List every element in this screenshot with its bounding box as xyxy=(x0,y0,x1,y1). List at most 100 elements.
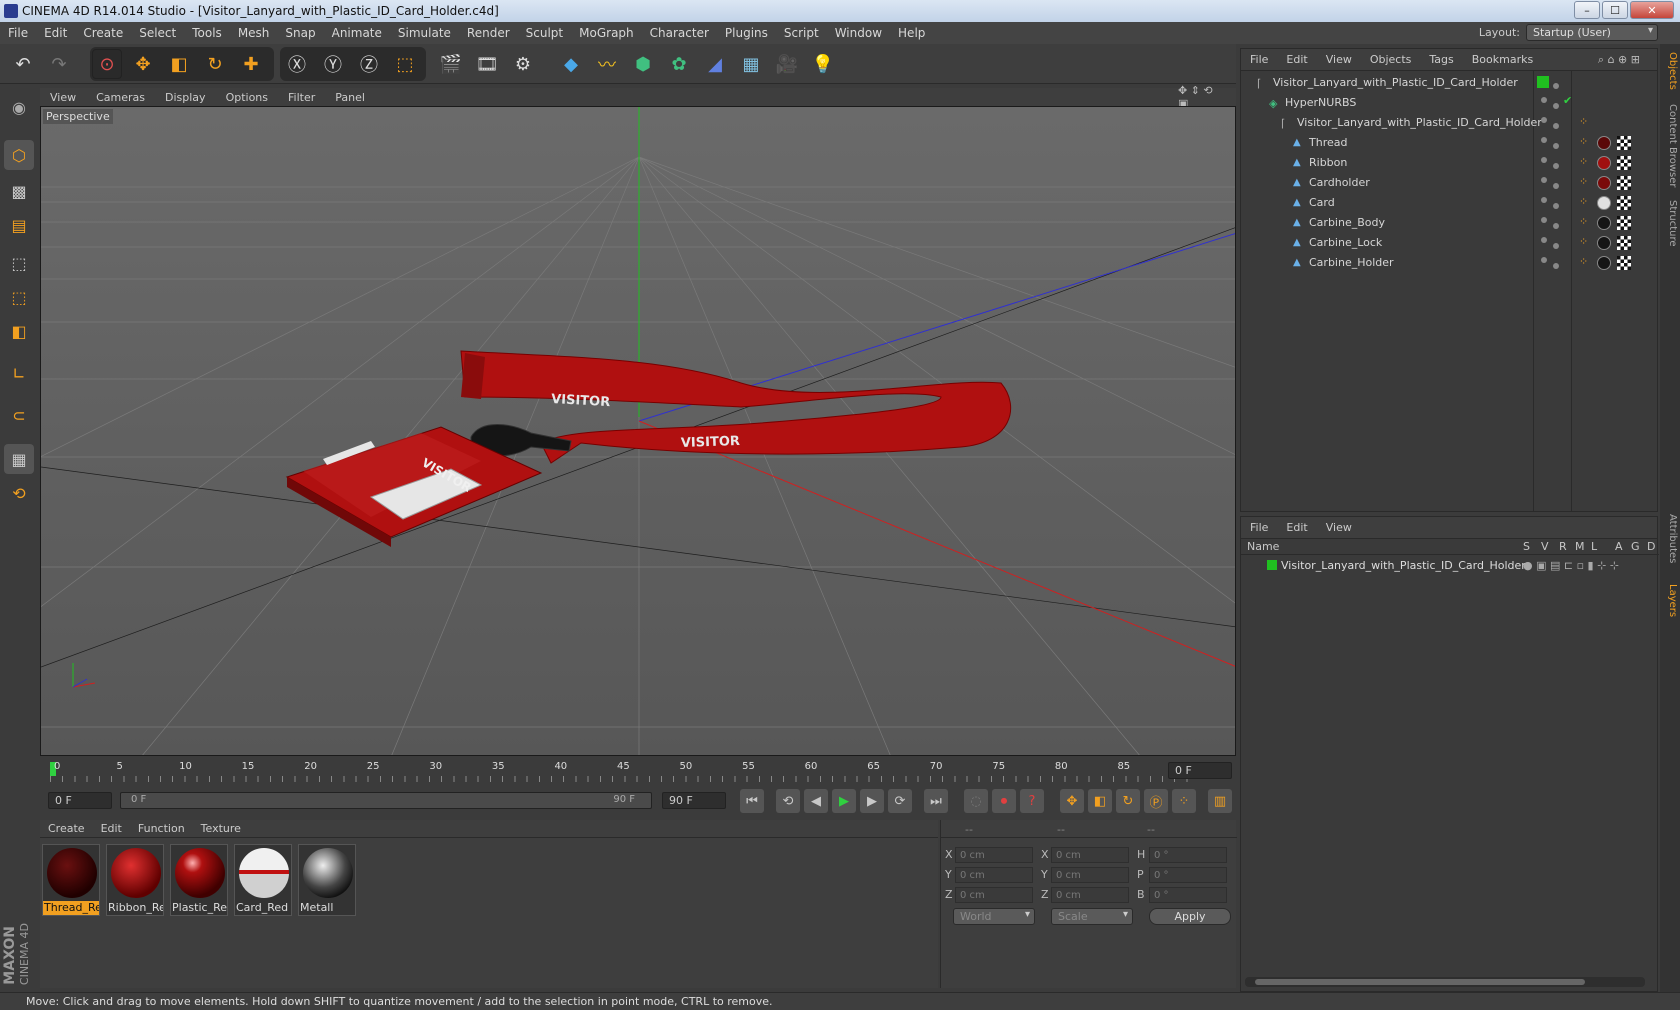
viewport-menu-panel[interactable]: Panel xyxy=(325,91,375,104)
menu-mesh[interactable]: Mesh xyxy=(230,26,278,40)
render-view-icon[interactable]: 🎬 xyxy=(436,49,466,79)
rotate-tool-icon[interactable]: ↻ xyxy=(200,49,230,79)
record-keys-icon[interactable]: ◌ xyxy=(964,789,988,813)
menu-sculpt[interactable]: Sculpt xyxy=(518,26,571,40)
spline-icon[interactable]: 〰 xyxy=(592,49,622,79)
undo-icon[interactable]: ↶ xyxy=(8,49,38,79)
next-key-icon[interactable]: ⟳ xyxy=(888,789,912,813)
workplane-lock-icon[interactable]: ▦ xyxy=(4,444,34,474)
object-row[interactable]: ▲ Card ⁘ xyxy=(1241,193,1659,213)
object-row[interactable]: ▲ Carbine_Lock ⁘ xyxy=(1241,233,1659,253)
material-tag-icon[interactable] xyxy=(1597,236,1611,250)
edges-mode-icon[interactable]: ⬚ xyxy=(4,282,34,312)
lm-menu-view[interactable]: View xyxy=(1317,521,1361,534)
uvw-tag-icon[interactable] xyxy=(1617,256,1631,270)
phong-tag-icon[interactable]: ⁘ xyxy=(1579,255,1588,268)
menu-script[interactable]: Script xyxy=(776,26,827,40)
floor-icon[interactable]: ▦ xyxy=(736,49,766,79)
render-visibility-dot[interactable] xyxy=(1553,163,1559,169)
nurbs-icon[interactable]: ⬢ xyxy=(628,49,658,79)
render-visibility-dot[interactable] xyxy=(1553,243,1559,249)
tab-structure[interactable]: Structure xyxy=(1662,200,1678,247)
enabled-check-icon[interactable]: ✔ xyxy=(1563,94,1572,107)
points-mode-icon[interactable]: ⬚ xyxy=(4,248,34,278)
lm-menu-edit[interactable]: Edit xyxy=(1277,521,1316,534)
object-row[interactable]: ▲ Carbine_Holder ⁘ xyxy=(1241,253,1659,273)
editor-visibility-dot[interactable] xyxy=(1541,117,1547,123)
deformer-icon[interactable]: ◢ xyxy=(700,49,730,79)
uvw-tag-icon[interactable] xyxy=(1617,176,1631,190)
render-visibility-dot[interactable] xyxy=(1553,83,1559,89)
next-frame-icon[interactable]: ▶ xyxy=(860,789,884,813)
layout-dropdown[interactable]: Startup (User) xyxy=(1526,24,1658,41)
pos-x-field[interactable]: 0 cm xyxy=(955,847,1033,863)
x-axis-lock-icon[interactable]: Ⓧ xyxy=(282,49,312,79)
menu-mograph[interactable]: MoGraph xyxy=(571,26,642,40)
menu-create[interactable]: Create xyxy=(75,26,131,40)
material-tag-icon[interactable] xyxy=(1597,196,1611,210)
recent-tool-icon[interactable]: ✚ xyxy=(236,49,266,79)
end-frame-field[interactable]: 90 F xyxy=(662,792,726,809)
object-row[interactable]: ◈ HyperNURBS ✔ xyxy=(1241,93,1659,113)
texture-mode-icon[interactable]: ▩ xyxy=(4,176,34,206)
apply-button[interactable]: Apply xyxy=(1149,908,1231,925)
key-rotation-icon[interactable]: ↻ xyxy=(1116,789,1140,813)
menu-snap[interactable]: Snap xyxy=(277,26,323,40)
prev-key-icon[interactable]: ⟲ xyxy=(776,789,800,813)
editor-visibility-dot[interactable] xyxy=(1541,257,1547,263)
polygons-mode-icon[interactable]: ◧ xyxy=(4,316,34,346)
lm-menu-file[interactable]: File xyxy=(1241,521,1277,534)
editor-visibility-dot[interactable] xyxy=(1541,137,1547,143)
render-settings-icon[interactable]: ⚙ xyxy=(508,49,538,79)
menu-help[interactable]: Help xyxy=(890,26,933,40)
render-picture-viewer-icon[interactable]: 🎞 xyxy=(472,49,502,79)
uvw-tag-icon[interactable] xyxy=(1617,216,1631,230)
menu-file[interactable]: File xyxy=(0,26,36,40)
material-thread-red[interactable]: Thread_Red xyxy=(42,844,100,916)
material-ribbon-red[interactable]: Ribbon_Re xyxy=(106,844,164,916)
uvw-tag-icon[interactable] xyxy=(1617,136,1631,150)
layer-scrollbar[interactable] xyxy=(1245,977,1645,987)
prev-frame-icon[interactable]: ◀ xyxy=(804,789,828,813)
coord-mode-dropdown[interactable]: Scale xyxy=(1051,908,1133,925)
camera-icon[interactable]: 🎥 xyxy=(772,49,802,79)
workplane-mode-icon[interactable]: ▤ xyxy=(4,210,34,240)
phong-tag-icon[interactable]: ⁘ xyxy=(1579,195,1588,208)
phong-tag-icon[interactable]: ⁘ xyxy=(1579,215,1588,228)
editor-visibility-dot[interactable] xyxy=(1541,157,1547,163)
uvw-tag-icon[interactable] xyxy=(1617,196,1631,210)
goto-end-icon[interactable]: ⏭ xyxy=(924,789,948,813)
snap-icon[interactable]: ⊂ xyxy=(4,400,34,430)
model-mode-icon[interactable]: ⬡ xyxy=(4,140,34,170)
tab-layers[interactable]: Layers xyxy=(1662,584,1678,617)
goto-start-icon[interactable]: ⏮ xyxy=(740,789,764,813)
preview-range-slider[interactable]: 0 F 90 F xyxy=(120,792,652,809)
editor-visibility-dot[interactable] xyxy=(1541,197,1547,203)
cube-primitive-icon[interactable]: ◆ xyxy=(556,49,586,79)
editor-visibility-dot[interactable] xyxy=(1541,237,1547,243)
material-metall[interactable]: Metall xyxy=(298,844,356,916)
close-button[interactable]: ✕ xyxy=(1630,1,1674,19)
key-parameter-icon[interactable]: Ⓟ xyxy=(1144,789,1168,813)
menu-simulate[interactable]: Simulate xyxy=(390,26,459,40)
move-tool-icon[interactable]: ✥ xyxy=(128,49,158,79)
coordinate-system-icon[interactable]: ⬚ xyxy=(390,49,420,79)
phong-tag-icon[interactable]: ⁘ xyxy=(1579,115,1588,128)
object-row[interactable]: ⌈ Visitor_Lanyard_with_Plastic_ID_Card_Ho… xyxy=(1241,73,1659,93)
tab-attributes[interactable]: Attributes xyxy=(1662,514,1678,563)
render-visibility-dot[interactable] xyxy=(1553,223,1559,229)
editor-visibility-dot[interactable] xyxy=(1541,217,1547,223)
pos-y-field[interactable]: 0 cm xyxy=(955,867,1033,883)
render-visibility-dot[interactable] xyxy=(1553,123,1559,129)
phong-tag-icon[interactable]: ⁘ xyxy=(1579,135,1588,148)
layer-toggle-icons[interactable]: ● ▣ ▤ ⊏ ▫ ▮ ⊹ ⊹ xyxy=(1523,559,1619,572)
pos-z-field[interactable]: 0 cm xyxy=(955,887,1033,903)
timeline-window-icon[interactable]: ▥ xyxy=(1208,789,1232,813)
viewport-menu-cameras[interactable]: Cameras xyxy=(86,91,155,104)
phong-tag-icon[interactable]: ⁘ xyxy=(1579,235,1588,248)
material-tag-icon[interactable] xyxy=(1597,156,1611,170)
material-card-red[interactable]: Card_Red xyxy=(234,844,292,916)
start-frame-field[interactable]: 0 F xyxy=(48,792,112,809)
object-row[interactable]: ▲ Carbine_Body ⁘ xyxy=(1241,213,1659,233)
om-menu-bookmarks[interactable]: Bookmarks xyxy=(1463,53,1542,66)
